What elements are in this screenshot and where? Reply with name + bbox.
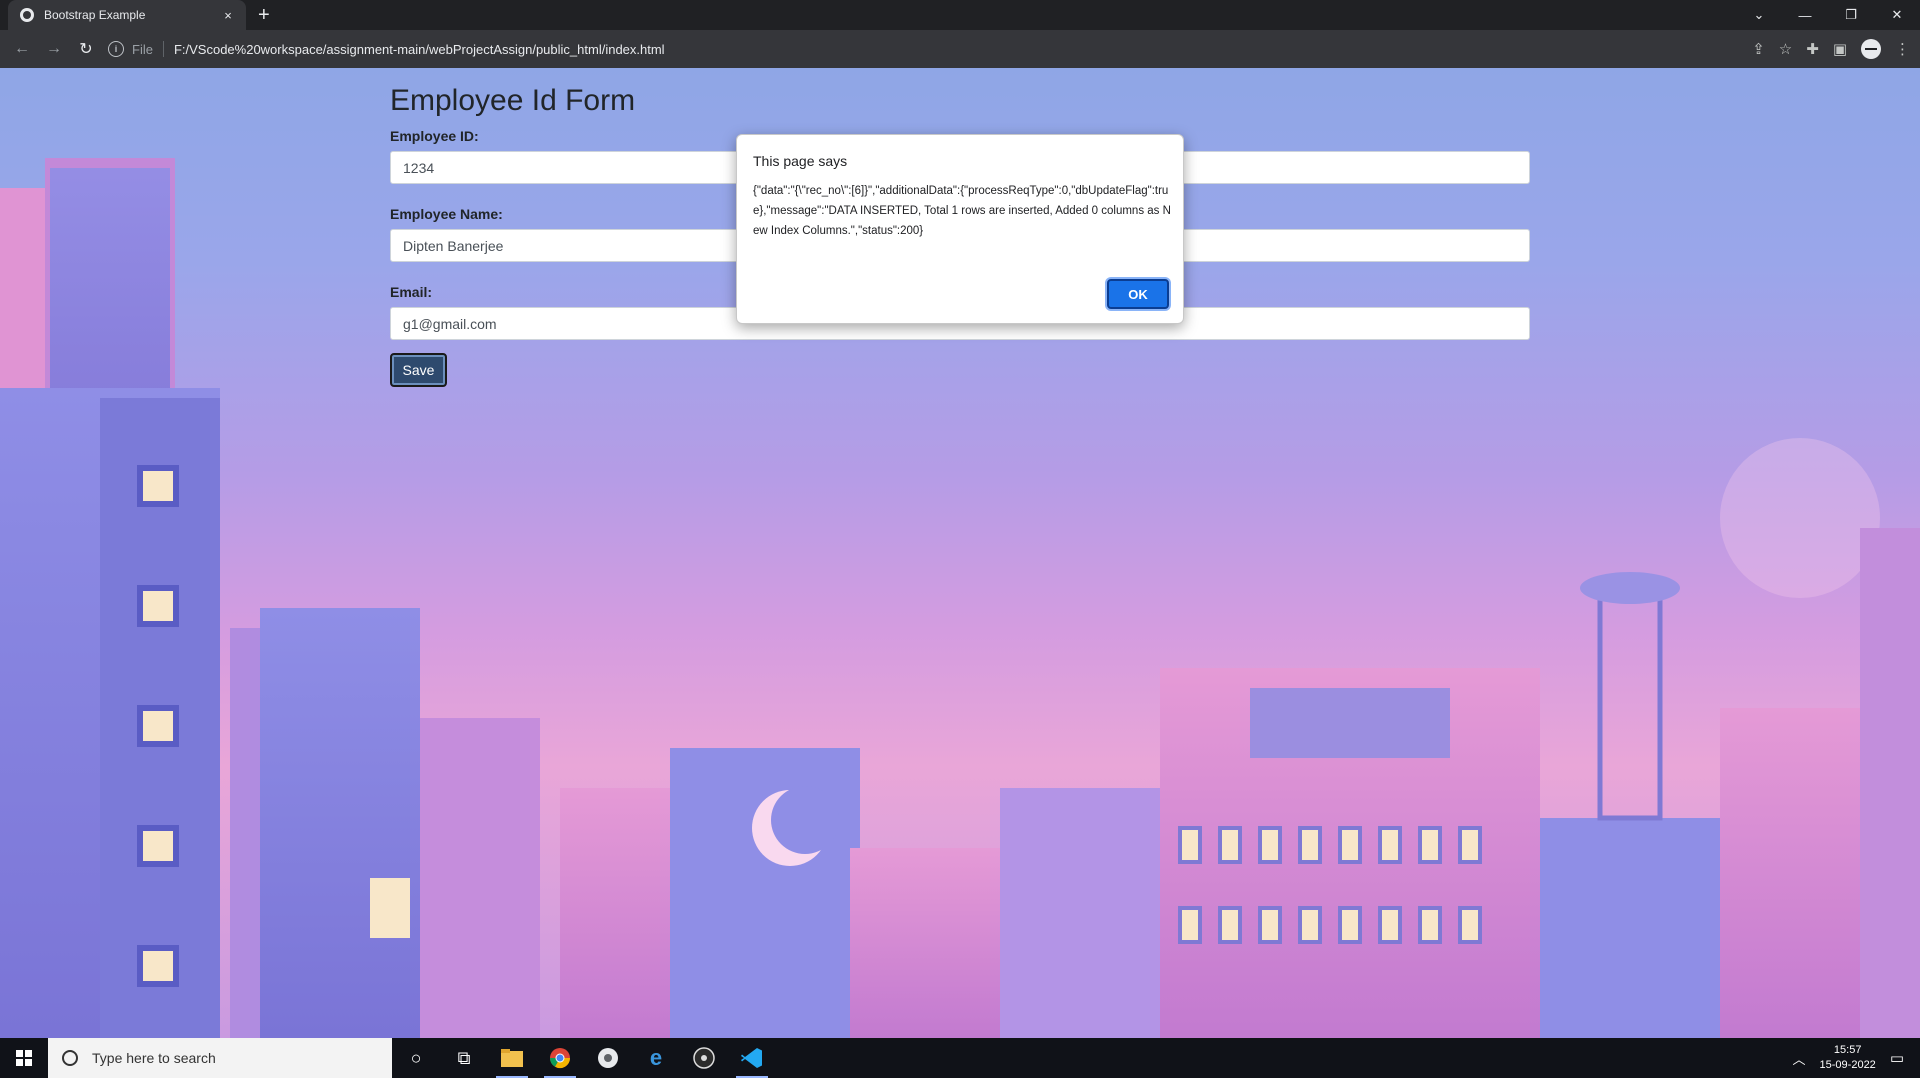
chrome-icon[interactable] <box>536 1038 584 1078</box>
taskbar-search-placeholder: Type here to search <box>92 1050 216 1066</box>
page-viewport: Employee Id Form Employee ID: Employee N… <box>0 68 1920 1038</box>
forward-icon[interactable]: → <box>38 40 70 58</box>
url-scheme: File <box>132 41 153 57</box>
windows-start-icon[interactable] <box>0 1038 48 1078</box>
tab-search-icon[interactable]: ⌄ <box>1736 7 1782 23</box>
search-icon <box>62 1050 78 1066</box>
toolbar-actions: ⇪ ☆ ✚ ▣ ⋮ <box>1752 30 1910 68</box>
taskbar-search[interactable]: Type here to search <box>48 1038 392 1078</box>
taskbar-clock[interactable]: 15:57 15-09-2022 <box>1820 1043 1876 1073</box>
windows-taskbar: Type here to search ○ ⧉ e ︿ 15:57 15-09-… <box>0 1038 1920 1078</box>
back-icon[interactable]: ← <box>6 40 38 58</box>
bookmark-star-icon[interactable]: ☆ <box>1779 40 1792 58</box>
task-view-icon[interactable]: ⧉ <box>440 1038 488 1078</box>
system-tray: ︿ 15:57 15-09-2022 ▭ <box>1793 1038 1920 1078</box>
edge-icon[interactable]: e <box>632 1038 680 1078</box>
vscode-icon[interactable] <box>728 1038 776 1078</box>
ok-button[interactable]: OK <box>1107 279 1169 309</box>
side-panel-icon[interactable]: ▣ <box>1833 40 1847 58</box>
browser-toolbar: ← → ↻ i File F:/VScode%20workspace/assig… <box>0 30 1920 68</box>
menu-kebab-icon[interactable]: ⋮ <box>1895 40 1910 58</box>
info-icon[interactable]: i <box>108 41 124 57</box>
new-tab-button[interactable]: + <box>258 3 270 27</box>
profile-avatar[interactable] <box>1861 39 1881 59</box>
url-text[interactable]: F:/VScode%20workspace/assignment-main/we… <box>174 42 665 57</box>
clock-time: 15:57 <box>1833 1044 1862 1056</box>
form-title: Employee Id Form <box>390 84 636 117</box>
clock-date: 15-09-2022 <box>1819 1059 1876 1071</box>
url-divider <box>162 41 164 57</box>
restore-icon[interactable]: ❐ <box>1828 7 1874 23</box>
address-bar[interactable]: i File F:/VScode%20workspace/assignment-… <box>108 34 1738 64</box>
browser-tabstrip: Bootstrap Example × + ⌄ — ❐ ✕ <box>0 0 1920 30</box>
globe-icon <box>20 8 34 22</box>
alert-dialog: This page says {"data":"{\"rec_no\":[6]}… <box>736 134 1184 324</box>
save-button[interactable]: Save <box>390 353 447 387</box>
dialog-title: This page says <box>753 153 848 169</box>
extensions-icon[interactable]: ✚ <box>1806 40 1819 58</box>
notification-icon[interactable]: ▭ <box>1890 1049 1904 1067</box>
close-window-icon[interactable]: ✕ <box>1874 7 1920 23</box>
cortana-icon[interactable]: ○ <box>392 1038 440 1078</box>
tray-chevron-up-icon[interactable]: ︿ <box>1793 1049 1806 1068</box>
tab-title: Bootstrap Example <box>44 8 146 22</box>
reload-icon[interactable]: ↻ <box>70 39 102 59</box>
obs-icon[interactable] <box>680 1038 728 1078</box>
file-explorer-icon[interactable] <box>488 1038 536 1078</box>
minimize-icon[interactable]: — <box>1782 8 1828 23</box>
close-tab-icon[interactable]: × <box>220 8 236 23</box>
window-controls: ⌄ — ❐ ✕ <box>1736 0 1920 30</box>
chrome-alt-icon[interactable] <box>584 1038 632 1078</box>
dialog-message: {"data":"{\"rec_no\":[6]}","additionalDa… <box>753 185 1171 237</box>
browser-tab[interactable]: Bootstrap Example × <box>8 0 246 30</box>
share-icon[interactable]: ⇪ <box>1752 40 1765 58</box>
